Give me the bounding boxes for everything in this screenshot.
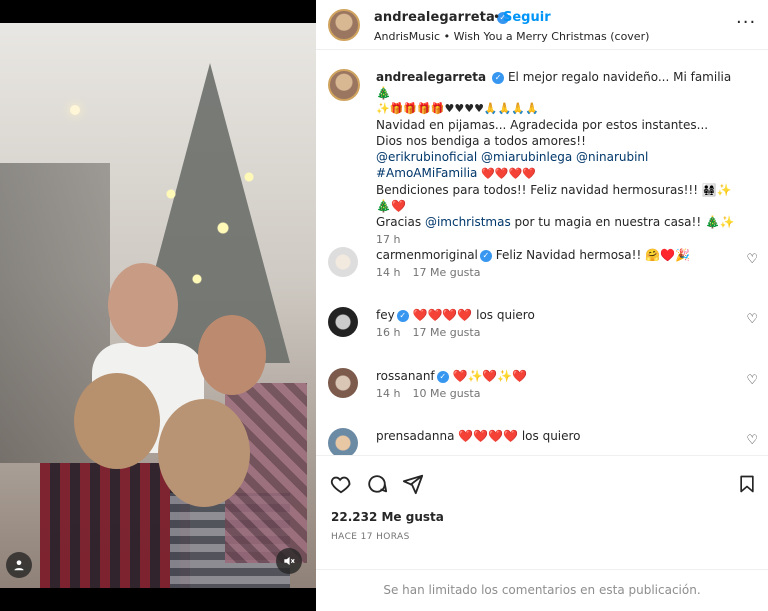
tagged-users-button[interactable]	[6, 552, 32, 578]
heart-icon[interactable]: ♡	[746, 312, 758, 327]
mute-icon	[284, 556, 295, 566]
comment-body: prensadanna ❤️❤️❤️❤️ los quiero	[376, 428, 726, 444]
hashtag-amoamifamilia[interactable]: #AmoAMiFamilia	[376, 166, 477, 180]
caption-avatar[interactable]	[328, 69, 360, 101]
caption-text: andrealegarreta ✓ El mejor regalo navideñ…	[376, 69, 736, 248]
mention-nina[interactable]: @ninarubinl	[576, 150, 648, 164]
comment-item: prensadanna ❤️❤️❤️❤️ los quiero ♡	[328, 428, 758, 455]
father-head	[108, 263, 178, 347]
post-actions	[316, 465, 768, 505]
comment-likes[interactable]: 10 Me gusta	[412, 387, 480, 400]
comment-avatar[interactable]	[328, 368, 358, 398]
comment-time: 16 h	[376, 326, 401, 339]
share-icon	[402, 474, 424, 495]
comment-text: Feliz Navidad hermosa!! 🤗♥️🎉	[495, 248, 690, 262]
caption-line5: Gracias	[376, 215, 422, 229]
caption-verified-icon: ✓	[492, 71, 505, 84]
verified-icon: ✓	[396, 309, 409, 322]
follow-button[interactable]: Seguir	[503, 10, 551, 25]
post-time-ago: HACE 17 HORAS	[331, 532, 410, 542]
ceiling-light	[70, 105, 80, 115]
bookmark-icon	[740, 475, 754, 493]
comment-item: carmenmoriginal ✓ Feliz Navidad hermosa!!…	[328, 247, 758, 303]
heart-icon	[330, 476, 351, 494]
save-button[interactable]	[734, 471, 760, 497]
author-username[interactable]: andrealegarreta ✓	[374, 10, 509, 25]
caption-line6: por tu magia en nuestra casa!! 🎄✨	[514, 215, 735, 229]
heart-icon[interactable]: ♡	[746, 433, 758, 448]
daughter-right-head	[158, 399, 250, 507]
comment-button[interactable]	[364, 471, 390, 497]
comment-item: rossananf ✓ ❤️✨❤️✨❤️ 14 h 10 Me gusta ♡	[328, 368, 758, 424]
mention-imchristmas[interactable]: @imchristmas	[425, 215, 511, 229]
comment-username[interactable]: carmenmoriginal	[376, 248, 478, 262]
comment-item: fey ✓ ❤️❤️❤️❤️ los quiero 16 h 17 Me gusta…	[328, 307, 758, 363]
share-button[interactable]	[400, 471, 426, 497]
post-details-panel: andrealegarreta ✓ • Seguir AndrisMusic • …	[316, 0, 768, 611]
author-avatar[interactable]	[328, 9, 360, 41]
comment-likes[interactable]: 17 Me gusta	[412, 326, 480, 339]
family-photo	[0, 23, 316, 588]
comment-body: fey ✓ ❤️❤️❤️❤️ los quiero 16 h 17 Me gusta	[376, 307, 726, 341]
comment-icon	[368, 475, 388, 493]
comment-likes[interactable]: 17 Me gusta	[412, 266, 480, 279]
comment-username[interactable]: prensadanna	[376, 429, 454, 443]
heart-icon[interactable]: ♡	[746, 373, 758, 388]
verified-icon: ✓	[436, 370, 449, 383]
author-username-text[interactable]: andrealegarreta	[374, 10, 495, 25]
audio-attribution[interactable]: AndrisMusic • Wish You a Merry Christmas…	[374, 30, 649, 43]
caption-hearts: ❤️❤️❤️❤️	[481, 167, 537, 180]
post-media	[0, 0, 316, 611]
likes-count[interactable]: 22.232 Me gusta	[331, 510, 444, 524]
user-icon	[14, 560, 24, 571]
daughter-left-head	[74, 373, 160, 469]
comment-time: 14 h	[376, 387, 401, 400]
comment-body: carmenmoriginal ✓ Feliz Navidad hermosa!!…	[376, 247, 726, 281]
caption-line4: Bendiciones para todos!! Feliz navidad h…	[376, 183, 732, 213]
caption-line3: Navidad en pijamas... Agradecida por est…	[376, 118, 709, 148]
like-button[interactable]	[328, 471, 354, 497]
mute-button[interactable]	[276, 548, 302, 574]
caption-time: 17 h	[376, 233, 401, 246]
comment-username[interactable]: fey	[376, 308, 395, 322]
caption-line2: ✨🎁🎁🎁🎁♥♥♥♥🙏🙏🙏🙏	[376, 102, 539, 115]
comments-limited-notice: Se han limitado los comentarios en esta …	[316, 569, 768, 611]
comment-text: ❤️❤️❤️❤️ los quiero	[412, 308, 535, 322]
comment-avatar[interactable]	[328, 307, 358, 337]
comment-time: 14 h	[376, 266, 401, 279]
more-icon[interactable]: ···	[736, 12, 756, 33]
verified-icon: ✓	[479, 249, 492, 262]
comment-text: ❤️✨❤️✨❤️	[452, 369, 528, 383]
comment-avatar[interactable]	[328, 428, 358, 455]
comment-body: rossananf ✓ ❤️✨❤️✨❤️ 14 h 10 Me gusta	[376, 368, 726, 402]
comment-avatar[interactable]	[328, 247, 358, 277]
comments-list[interactable]: andrealegarreta ✓ El mejor regalo navideñ…	[316, 51, 768, 456]
mention-erik[interactable]: @erikrubinoficial	[376, 150, 477, 164]
mention-mia[interactable]: @miarubinlega	[481, 150, 572, 164]
separator-dot: •	[493, 10, 501, 24]
comment-text: ❤️❤️❤️❤️ los quiero	[458, 429, 581, 443]
post-header: andrealegarreta ✓ • Seguir AndrisMusic • …	[316, 0, 768, 50]
mother-head	[198, 315, 266, 395]
comment-username[interactable]: rossananf	[376, 369, 435, 383]
caption-username[interactable]: andrealegarreta	[376, 70, 486, 84]
heart-icon[interactable]: ♡	[746, 252, 758, 267]
